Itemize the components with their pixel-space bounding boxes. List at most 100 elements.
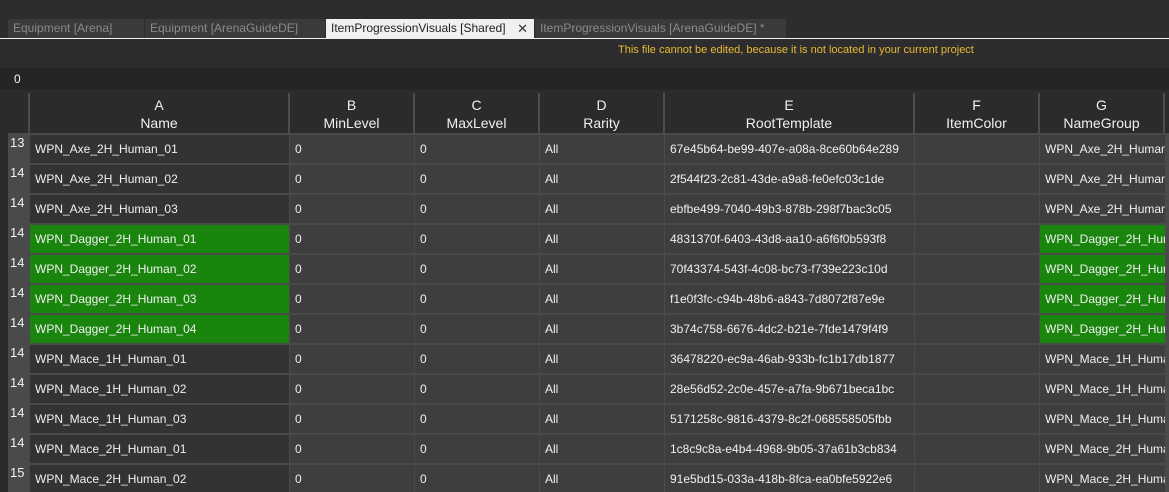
cell-group[interactable]: WPN_Mace_1H_Huma [1040, 345, 1165, 373]
cell-root[interactable]: 3b74c758-6676-4dc2-b21e-7fde1479f4f9 [665, 315, 914, 343]
cell-color[interactable] [915, 135, 1039, 163]
column-header-g[interactable]: G NameGroup [1040, 93, 1165, 133]
cell-min[interactable]: 0 [290, 375, 414, 403]
cell-color[interactable] [915, 255, 1039, 283]
cell-root[interactable]: 36478220-ec9a-46ab-933b-fc1b17db1877 [665, 345, 914, 373]
cell-min[interactable]: 0 [290, 405, 414, 433]
table-row[interactable]: 14 WPN_Mace_1H_Human_03 0 0 All 5171258c-9816… [0, 405, 1169, 433]
column-header-c[interactable]: C MaxLevel [415, 93, 540, 133]
cell-min[interactable]: 0 [290, 465, 414, 492]
tab-itemprogressionvisuals-arenaguidede[interactable]: ItemProgressionVisuals [ArenaGuideDE] * [535, 19, 787, 38]
cell-max[interactable]: 0 [415, 465, 539, 492]
row-number[interactable]: 14 [10, 165, 28, 193]
cell-color[interactable] [915, 285, 1039, 313]
cell-min[interactable]: 0 [290, 165, 414, 193]
cell-max[interactable]: 0 [415, 375, 539, 403]
row-number[interactable]: 14 [10, 255, 28, 283]
cell-min[interactable]: 0 [290, 315, 414, 343]
cell-max[interactable]: 0 [415, 165, 539, 193]
table-row[interactable]: 14 WPN_Dagger_2H_Human_02 0 0 All 70f43374-54… [0, 255, 1169, 283]
tab-equipment-arena[interactable]: Equipment [Arena] [8, 19, 145, 38]
cell-color[interactable] [915, 195, 1039, 223]
cell-root[interactable]: 91e5bd15-033a-418b-8fca-ea0bfe5922e6 [665, 465, 914, 492]
cell-name[interactable]: WPN_Dagger_2H_Human_01 [30, 225, 289, 253]
cell-color[interactable] [915, 405, 1039, 433]
cell-name[interactable]: WPN_Mace_2H_Human_02 [30, 465, 289, 492]
cell-max[interactable]: 0 [415, 255, 539, 283]
cell-max[interactable]: 0 [415, 225, 539, 253]
cell-name[interactable]: WPN_Dagger_2H_Human_04 [30, 315, 289, 343]
formula-bar[interactable]: 0 [0, 68, 1169, 90]
cell-name[interactable]: WPN_Mace_1H_Human_02 [30, 375, 289, 403]
cell-rarity[interactable]: All [540, 405, 664, 433]
cell-root[interactable]: 70f43374-543f-4c08-bc73-f739e223c10d [665, 255, 914, 283]
table-row[interactable]: 14 WPN_Axe_2H_Human_03 0 0 All ebfbe499-7040-… [0, 195, 1169, 223]
cell-rarity[interactable]: All [540, 225, 664, 253]
cell-group[interactable]: WPN_Dagger_2H_Hun [1040, 255, 1165, 283]
cell-rarity[interactable]: All [540, 315, 664, 343]
cell-min[interactable]: 0 [290, 255, 414, 283]
cell-min[interactable]: 0 [290, 435, 414, 463]
cell-group[interactable]: WPN_Axe_2H_Human_ [1040, 135, 1165, 163]
cell-root[interactable]: 4831370f-6403-43d8-aa10-a6f6f0b593f8 [665, 225, 914, 253]
cell-min[interactable]: 0 [290, 285, 414, 313]
cell-color[interactable] [915, 435, 1039, 463]
cell-color[interactable] [915, 345, 1039, 373]
table-row[interactable]: 15 WPN_Mace_2H_Human_02 0 0 All 91e5bd15-033a… [0, 465, 1169, 492]
column-header-e[interactable]: E RootTemplate [665, 93, 915, 133]
cell-min[interactable]: 0 [290, 195, 414, 223]
tab-itemprogressionvisuals-shared[interactable]: ItemProgressionVisuals [Shared] ✕ [326, 19, 535, 38]
cell-max[interactable]: 0 [415, 285, 539, 313]
table-row[interactable]: 14 WPN_Mace_1H_Human_02 0 0 All 28e56d52-2c0e… [0, 375, 1169, 403]
row-number[interactable]: 14 [10, 435, 28, 463]
cell-max[interactable]: 0 [415, 315, 539, 343]
cell-color[interactable] [915, 465, 1039, 492]
column-header-b[interactable]: B MinLevel [290, 93, 415, 133]
spreadsheet-grid[interactable]: A Name B MinLevel C MaxLevel D Rarity E … [0, 93, 1169, 492]
cell-group[interactable]: WPN_Mace_2H_Huma [1040, 465, 1165, 492]
row-number[interactable]: 14 [10, 285, 28, 313]
cell-group[interactable]: WPN_Mace_1H_Huma [1040, 375, 1165, 403]
cell-rarity[interactable]: All [540, 165, 664, 193]
tab-equipment-arenaguidede[interactable]: Equipment [ArenaGuideDE] [145, 19, 326, 38]
row-number[interactable]: 14 [10, 225, 28, 253]
cell-rarity[interactable]: All [540, 135, 664, 163]
cell-name[interactable]: WPN_Dagger_2H_Human_03 [30, 285, 289, 313]
table-row[interactable]: 14 WPN_Mace_2H_Human_01 0 0 All 1c8c9c8a-e4b4… [0, 435, 1169, 463]
row-number[interactable]: 14 [10, 195, 28, 223]
cell-rarity[interactable]: All [540, 195, 664, 223]
cell-name[interactable]: WPN_Mace_1H_Human_01 [30, 345, 289, 373]
cell-name[interactable]: WPN_Axe_2H_Human_03 [30, 195, 289, 223]
table-row[interactable]: 14 WPN_Dagger_2H_Human_01 0 0 All 4831370f-64… [0, 225, 1169, 253]
cell-rarity[interactable]: All [540, 465, 664, 492]
cell-root[interactable]: 2f544f23-2c81-43de-a9a8-fe0efc03c1de [665, 165, 914, 193]
cell-min[interactable]: 0 [290, 135, 414, 163]
cell-group[interactable]: WPN_Dagger_2H_Hun [1040, 285, 1165, 313]
cell-rarity[interactable]: All [540, 375, 664, 403]
cell-rarity[interactable]: All [540, 285, 664, 313]
cell-max[interactable]: 0 [415, 195, 539, 223]
grid-corner[interactable] [0, 93, 30, 133]
close-icon[interactable]: ✕ [517, 19, 528, 38]
table-row[interactable]: 14 WPN_Dagger_2H_Human_03 0 0 All f1e0f3fc-c9… [0, 285, 1169, 313]
cell-color[interactable] [915, 225, 1039, 253]
column-header-d[interactable]: D Rarity [540, 93, 665, 133]
cell-group[interactable]: WPN_Axe_2H_Human_ [1040, 165, 1165, 193]
cell-name[interactable]: WPN_Dagger_2H_Human_02 [30, 255, 289, 283]
row-number[interactable]: 14 [10, 375, 28, 403]
cell-max[interactable]: 0 [415, 345, 539, 373]
cell-root[interactable]: f1e0f3fc-c94b-48b6-a843-7d8072f87e9e [665, 285, 914, 313]
cell-name[interactable]: WPN_Mace_1H_Human_03 [30, 405, 289, 433]
cell-max[interactable]: 0 [415, 435, 539, 463]
cell-color[interactable] [915, 165, 1039, 193]
cell-min[interactable]: 0 [290, 345, 414, 373]
cell-color[interactable] [915, 315, 1039, 343]
cell-color[interactable] [915, 375, 1039, 403]
cell-rarity[interactable]: All [540, 255, 664, 283]
cell-root[interactable]: ebfbe499-7040-49b3-878b-298f7bac3c05 [665, 195, 914, 223]
cell-group[interactable]: WPN_Mace_1H_Huma [1040, 405, 1165, 433]
row-number[interactable]: 14 [10, 405, 28, 433]
column-header-f[interactable]: F ItemColor [915, 93, 1040, 133]
cell-name[interactable]: WPN_Mace_2H_Human_01 [30, 435, 289, 463]
table-row[interactable]: 14 WPN_Mace_1H_Human_01 0 0 All 36478220-ec9a… [0, 345, 1169, 373]
